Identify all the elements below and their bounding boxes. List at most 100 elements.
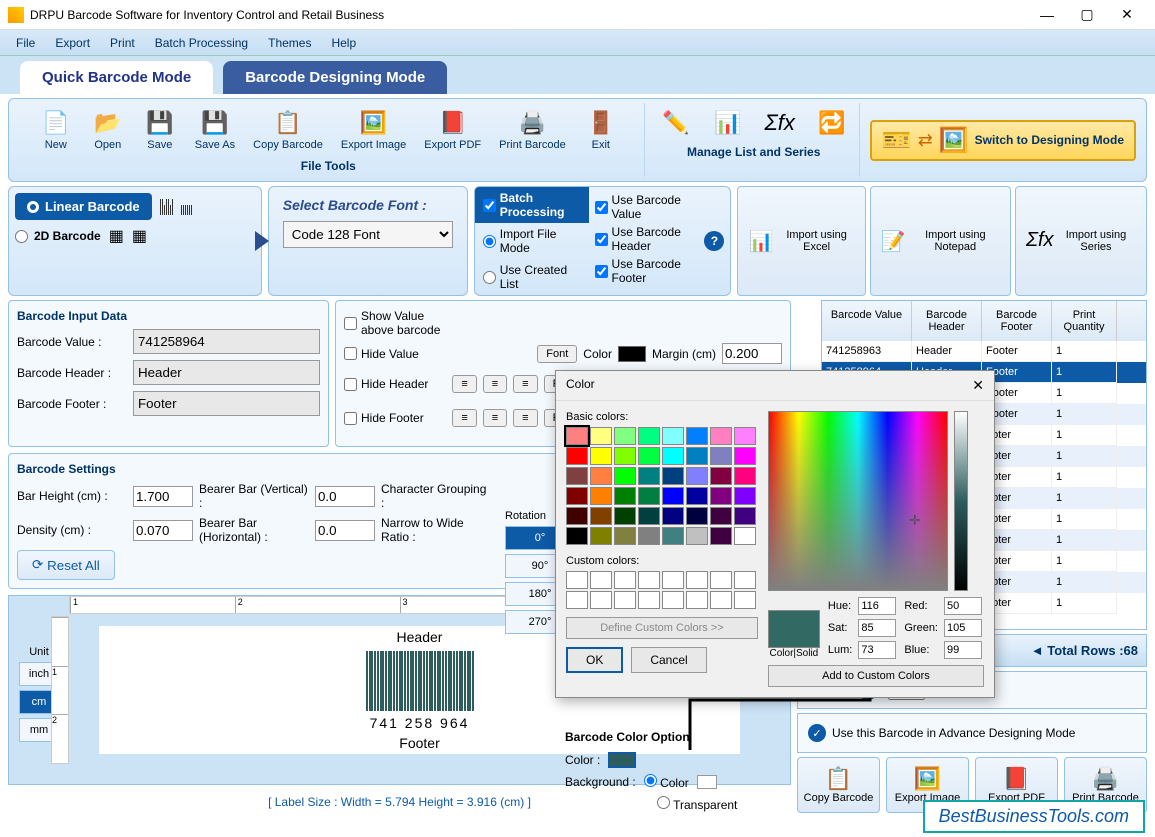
menu-themes[interactable]: Themes [258,32,321,54]
custom-color-swatch[interactable] [566,571,588,589]
save-button[interactable]: 💾Save [135,105,185,155]
basic-color-swatch[interactable] [710,467,732,485]
tab-quick-mode[interactable]: Quick Barcode Mode [20,61,213,94]
switch-mode-button[interactable]: 🎫 ⇄ 🖼️ Switch to Designing Mode [870,120,1136,161]
basic-color-swatch[interactable] [686,507,708,525]
minimize-button[interactable]: — [1027,7,1067,23]
basic-color-swatch[interactable] [614,507,636,525]
bg-color-swatch[interactable] [697,775,717,789]
align-center-button[interactable]: ≡ [483,375,507,393]
value-color-swatch[interactable] [618,346,646,362]
2d-barcode-radio[interactable]: 2D Barcode [15,229,101,243]
green-input[interactable] [944,619,982,637]
menu-export[interactable]: Export [45,32,100,54]
hue-input[interactable] [858,597,896,615]
density-input[interactable] [133,520,193,541]
import-series-button[interactable]: ΣfxImport using Series [1015,186,1147,296]
basic-color-swatch[interactable] [614,487,636,505]
basic-color-swatch[interactable] [614,527,636,545]
export-pdf-button[interactable]: 📕Export PDF [416,105,489,155]
dialog-close-button[interactable]: ✕ [972,377,984,394]
luminance-bar[interactable] [954,411,968,591]
basic-color-swatch[interactable] [662,507,684,525]
define-custom-button[interactable]: Define Custom Colors >> [566,617,758,639]
basic-color-swatch[interactable] [686,527,708,545]
print-barcode-button[interactable]: 🖨️Print Barcode [491,105,574,155]
bg-transparent-radio[interactable]: Transparent [657,796,737,812]
basic-color-swatch[interactable] [638,527,660,545]
basic-color-swatch[interactable] [614,447,636,465]
color-gradient[interactable]: ✛ [768,411,948,591]
lum-input[interactable] [858,641,896,659]
swap-button[interactable]: 🔁 [807,105,857,141]
basic-color-swatch[interactable] [566,507,588,525]
basic-color-swatch[interactable] [638,467,660,485]
menu-help[interactable]: Help [321,32,366,54]
basic-color-swatch[interactable] [566,427,588,445]
table-row[interactable]: 741258963HeaderFooter1 [822,341,1146,362]
excel-list-button[interactable]: 📊 [703,105,753,141]
use-footer-check[interactable]: Use Barcode Footer [595,257,693,285]
basic-color-swatch[interactable] [566,527,588,545]
basic-color-swatch[interactable] [590,527,612,545]
hide-value-check[interactable]: Hide Value [344,347,454,361]
basic-color-swatch[interactable] [638,447,660,465]
align-left-button[interactable]: ≡ [452,375,476,393]
close-button[interactable]: ✕ [1107,6,1147,23]
basic-color-swatch[interactable] [734,467,756,485]
align-right-button[interactable]: ≡ [513,375,537,393]
cancel-button[interactable]: Cancel [631,647,706,673]
basic-color-swatch[interactable] [662,427,684,445]
tab-designing-mode[interactable]: Barcode Designing Mode [223,61,447,94]
value-font-button[interactable]: Font [537,345,577,363]
barcode-header-input[interactable] [133,360,320,385]
bearerv-input[interactable] [315,486,375,507]
bearerh-input[interactable] [315,520,375,541]
basic-color-swatch[interactable] [662,447,684,465]
basic-color-swatch[interactable] [686,427,708,445]
help-icon[interactable]: ? [704,231,724,251]
saveas-button[interactable]: 💾Save As [187,105,243,155]
advance-mode-row[interactable]: ✓Use this Barcode in Advance Designing M… [797,713,1147,753]
use-header-check[interactable]: Use Barcode Header [595,225,693,253]
barcode-value-input[interactable] [133,329,320,354]
basic-color-swatch[interactable] [734,487,756,505]
basic-color-swatch[interactable] [638,507,660,525]
basic-color-swatch[interactable] [710,507,732,525]
basic-color-swatch[interactable] [734,427,756,445]
open-button[interactable]: 📂Open [83,105,133,155]
menu-batch[interactable]: Batch Processing [145,32,258,54]
basic-color-swatch[interactable] [662,527,684,545]
barcode-color-swatch[interactable] [608,752,636,768]
basic-color-swatch[interactable] [710,427,732,445]
align-center-button[interactable]: ≡ [483,409,507,427]
maximize-button[interactable]: ▢ [1067,6,1107,23]
import-file-mode-radio[interactable]: Import File Mode [475,223,589,259]
use-value-check[interactable]: Use Barcode Value [595,193,693,221]
basic-color-swatch[interactable] [566,487,588,505]
ok-button[interactable]: OK [566,647,623,673]
basic-color-swatch[interactable] [710,487,732,505]
basic-color-swatch[interactable] [638,487,660,505]
basic-color-swatch[interactable] [710,447,732,465]
basic-color-swatch[interactable] [590,447,612,465]
blue-input[interactable] [944,641,982,659]
export-image-button[interactable]: 🖼️Export Image [333,105,414,155]
new-button[interactable]: 📄New [31,105,81,155]
align-right-button[interactable]: ≡ [513,409,537,427]
basic-color-swatch[interactable] [686,447,708,465]
barcode-font-select[interactable]: Code 128 Font [283,221,453,248]
basic-color-swatch[interactable] [590,467,612,485]
basic-color-swatch[interactable] [638,427,660,445]
reset-all-button[interactable]: ⟳Reset All [17,550,115,580]
import-excel-button[interactable]: 📊Import using Excel [737,186,865,296]
basic-color-swatch[interactable] [662,467,684,485]
basic-color-swatch[interactable] [566,447,588,465]
basic-color-swatch[interactable] [566,467,588,485]
barcode-footer-input[interactable] [133,391,320,416]
import-notepad-button[interactable]: 📝Import using Notepad [870,186,1011,296]
basic-color-swatch[interactable] [614,427,636,445]
basic-color-swatch[interactable] [710,527,732,545]
menu-print[interactable]: Print [100,32,145,54]
basic-color-swatch[interactable] [590,487,612,505]
